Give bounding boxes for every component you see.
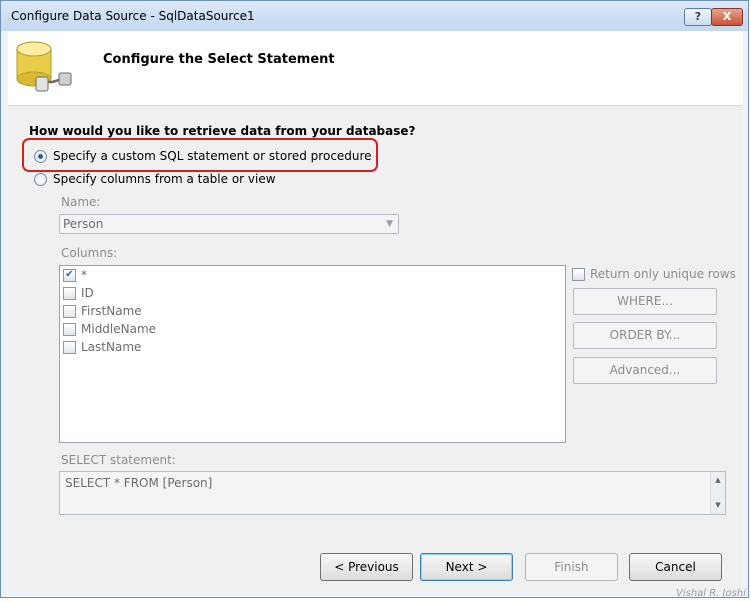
wizard-header: Configure the Select Statement (8, 31, 743, 106)
page-title: Configure the Select Statement (103, 52, 335, 67)
list-item[interactable]: ID (63, 286, 94, 302)
column-checkbox[interactable] (63, 305, 76, 318)
unique-rows-checkbox[interactable] (572, 268, 585, 281)
column-checkbox[interactable]: ✔ (63, 269, 76, 282)
columns-radio[interactable] (34, 173, 47, 186)
retrieve-question: How would you like to retrieve data from… (29, 124, 416, 138)
chevron-down-icon: ▼ (386, 219, 393, 229)
name-label: Name: (61, 195, 101, 209)
columns-option-label: Specify columns from a table or view (53, 172, 276, 186)
column-checkbox[interactable] (63, 341, 76, 354)
wizard-content: How would you like to retrieve data from… (8, 106, 743, 544)
column-checkbox[interactable] (63, 323, 76, 336)
column-checkbox[interactable] (63, 287, 76, 300)
select-statement-text: SELECT * FROM [Person] (65, 476, 213, 490)
title-bar: Configure Data Source - SqlDataSource1 ?… (1, 1, 748, 31)
watermark: Vishal R. Joshi (676, 588, 746, 599)
cancel-button[interactable]: Cancel (629, 553, 722, 581)
order-by-button[interactable]: ORDER BY... (573, 322, 717, 349)
custom-sql-radio[interactable] (34, 150, 47, 163)
list-item[interactable]: MiddleName (63, 322, 156, 338)
window-title: Configure Data Source - SqlDataSource1 (11, 9, 255, 23)
columns-option[interactable]: Specify columns from a table or view (34, 172, 276, 188)
database-plug-icon (16, 41, 72, 92)
next-button[interactable]: Next > (420, 553, 513, 581)
select-statement-box[interactable]: SELECT * FROM [Person] ▲ ▼ (59, 471, 726, 515)
close-button[interactable]: X (711, 8, 743, 26)
scroll-down-icon[interactable]: ▼ (711, 501, 725, 509)
previous-button[interactable]: < Previous (320, 553, 413, 581)
where-button[interactable]: WHERE... (573, 288, 717, 315)
select-statement-label: SELECT statement: (61, 453, 176, 467)
help-button[interactable]: ? (684, 8, 712, 26)
unique-rows-option[interactable]: Return only unique rows (572, 267, 736, 281)
list-item[interactable]: ✔ * (63, 268, 87, 284)
scroll-up-icon[interactable]: ▲ (711, 476, 725, 484)
list-item[interactable]: LastName (63, 340, 141, 356)
custom-sql-option[interactable]: Specify a custom SQL statement or stored… (34, 149, 372, 165)
custom-sql-label: Specify a custom SQL statement or stored… (53, 149, 372, 163)
finish-button[interactable]: Finish (525, 553, 618, 581)
table-name-select[interactable]: Person ▼ (59, 214, 399, 234)
statement-scrollbar[interactable]: ▲ ▼ (710, 472, 725, 514)
table-name-value: Person (63, 217, 104, 231)
advanced-button[interactable]: Advanced... (573, 357, 717, 384)
columns-label: Columns: (61, 246, 118, 260)
list-item[interactable]: FirstName (63, 304, 142, 320)
configure-data-source-dialog: Configure Data Source - SqlDataSource1 ?… (0, 0, 749, 598)
unique-rows-label: Return only unique rows (590, 267, 736, 281)
wizard-footer: < Previous Next > Finish Cancel (8, 544, 743, 592)
columns-list[interactable]: ✔ * ID FirstName MiddleName LastName (59, 265, 566, 443)
